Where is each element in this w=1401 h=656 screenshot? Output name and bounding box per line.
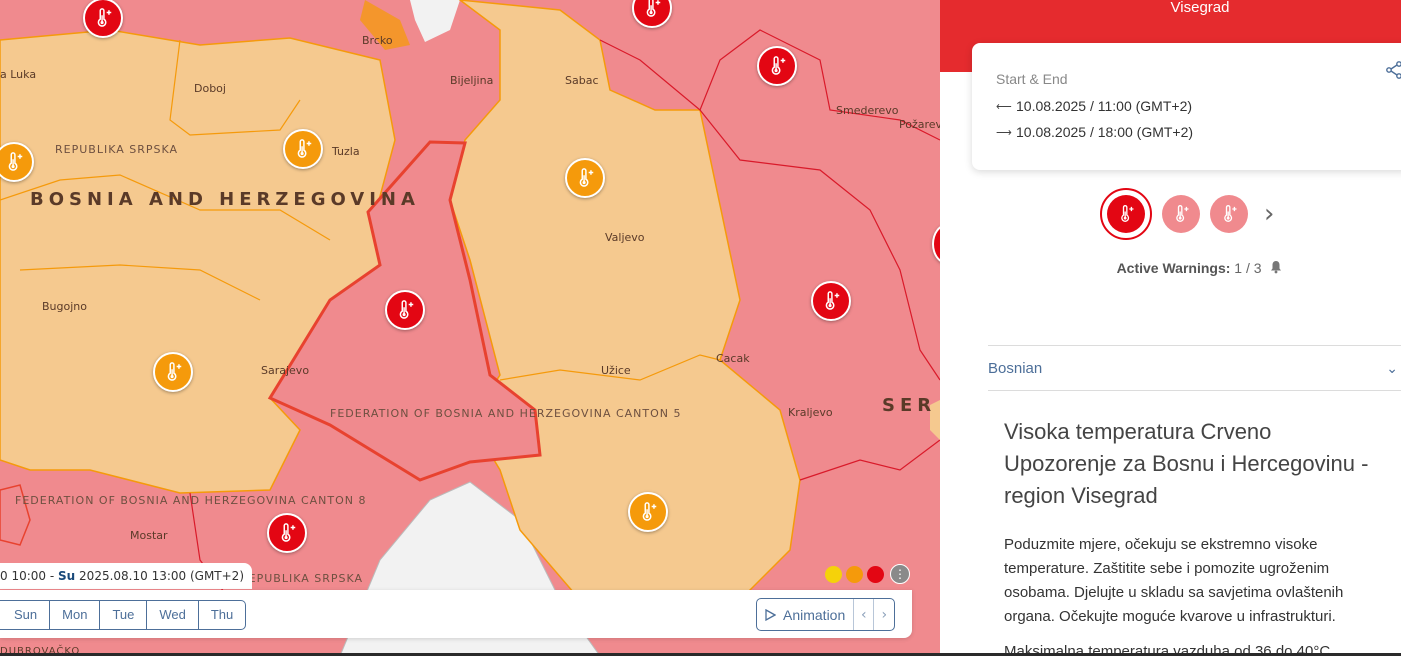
start-row: ⟵ 10.08.2025 / 11:00 (GMT+2): [996, 93, 1388, 119]
thermometer-plus-icon: [167, 362, 182, 381]
chevron-right-icon[interactable]: ›: [1264, 199, 1274, 229]
panel-title: Visegrad: [1170, 0, 1230, 16]
day-button-thu[interactable]: Thu: [199, 601, 245, 629]
thermometer-plus-icon: [8, 152, 23, 171]
day-button-sun[interactable]: Sun: [0, 601, 51, 629]
active-warnings-label: Active Warnings:: [1116, 260, 1231, 276]
previous-step-button[interactable]: ‹: [854, 599, 875, 630]
play-icon: [765, 608, 776, 621]
warning-tab-2[interactable]: [1162, 195, 1200, 233]
place-brcko: Brcko: [362, 34, 393, 47]
range-end: 2025.08.10 13:00 (GMT+2): [79, 569, 244, 583]
range-day: Su: [58, 569, 76, 583]
place-banja-luka: a Luka: [0, 68, 37, 81]
warning-detail-panel: Visegrad Start & End ⟵ 10.08.2025 / 11:0…: [940, 0, 1401, 656]
thermometer-plus-icon: [642, 502, 657, 521]
thermometer-plus-icon: [399, 300, 414, 319]
place-uzice: Užice: [601, 364, 631, 377]
place-bijeljina: Bijeljina: [450, 74, 494, 87]
day-button-wed[interactable]: Wed: [147, 601, 199, 629]
thermometer-plus-icon: [281, 523, 296, 542]
warning-selector: ›: [1100, 188, 1274, 240]
legend-yellow-dot[interactable]: [825, 565, 842, 583]
next-step-button[interactable]: ›: [874, 599, 894, 630]
region-serbia: SER: [882, 395, 937, 416]
language-dropdown[interactable]: Bosnian ⌄: [988, 345, 1401, 391]
warning-pin-orange[interactable]: [565, 158, 605, 198]
share-icon[interactable]: [1385, 60, 1401, 85]
warning-tab-1[interactable]: [1100, 188, 1152, 240]
warning-pin-orange[interactable]: [283, 129, 323, 169]
animation-controls: Animation ‹ ›: [756, 598, 896, 631]
end-row: ⟶ 10.08.2025 / 18:00 (GMT+2): [996, 119, 1388, 145]
region-bosnia-and-herzegovina: BOSNIA AND HERZEGOVINA: [30, 189, 420, 210]
warning-pin-red[interactable]: [385, 290, 425, 330]
place-valjevo: Valjevo: [605, 231, 645, 244]
thermometer-plus-icon: [1176, 205, 1189, 222]
active-warnings-count: Active Warnings: 1 / 3: [940, 260, 1401, 276]
place-bugojno: Bugojno: [42, 300, 87, 313]
region-republika-srpska: REPUBLIKA SRPSKA: [55, 143, 179, 156]
warning-pin-red[interactable]: [267, 513, 307, 553]
thermometer-plus-icon: [579, 168, 594, 187]
thermometer-plus-icon: [646, 0, 661, 17]
timeline-bar: Sun Mon Tue Wed Thu Animation ‹ ›: [0, 590, 912, 638]
day-button-mon[interactable]: Mon: [50, 601, 101, 629]
end-arrow-icon: ⟶: [996, 126, 1012, 139]
bell-icon[interactable]: [1269, 260, 1283, 274]
chevron-down-icon: ⌄: [1386, 359, 1398, 376]
day-selector: Sun Mon Tue Wed Thu: [0, 600, 247, 630]
thermometer-plus-icon: [97, 8, 112, 27]
warning-tab-3[interactable]: [1210, 195, 1248, 233]
day-button-tue[interactable]: Tue: [100, 601, 148, 629]
thermometer-plus-icon: [297, 139, 312, 158]
language-value: Bosnian: [988, 359, 1043, 377]
place-cacak: Cacak: [716, 352, 750, 365]
place-kraljevo: Kraljevo: [788, 406, 833, 419]
legend-red-dot[interactable]: [867, 565, 884, 583]
warning-pin-red[interactable]: [757, 46, 797, 86]
start-arrow-icon: ⟵: [996, 100, 1012, 113]
warning-pin-orange[interactable]: [628, 492, 668, 532]
time-range-label: 0 10:00 - Su 2025.08.10 13:00 (GMT+2): [0, 563, 252, 589]
place-sarajevo: Sarajevo: [261, 364, 310, 377]
thermometer-plus-icon: [825, 291, 840, 310]
warning-title: Visoka temperatura Crveno Upozorenje za …: [1004, 419, 1369, 508]
map-regions: [0, 0, 940, 656]
start-time: 10.08.2025 / 11:00 (GMT+2): [1016, 98, 1193, 114]
thermometer-plus-icon: [1224, 205, 1237, 222]
place-tuzla: Tuzla: [332, 145, 360, 158]
place-pozarevac: Požarev: [899, 118, 940, 131]
place-mostar: Mostar: [130, 529, 168, 542]
region-fbih-canton-5: FEDERATION OF BOSNIA AND HERZEGOVINA CAN…: [330, 407, 681, 420]
animation-button[interactable]: Animation: [757, 599, 855, 630]
region-fbih-canton-8: FEDERATION OF BOSNIA AND HERZEGOVINA CAN…: [15, 495, 366, 506]
warning-description: Poduzmite mjere, očekuju se ekstremno vi…: [1004, 536, 1344, 625]
end-time: 10.08.2025 / 18:00 (GMT+2): [1016, 124, 1194, 140]
animation-label: Animation: [783, 606, 846, 623]
place-doboj: Doboj: [194, 82, 226, 95]
chevron-right-icon: ›: [881, 606, 888, 623]
warning-pin-orange[interactable]: [153, 352, 193, 392]
thermometer-plus-icon: [1121, 205, 1134, 222]
more-options-icon[interactable]: ⋮: [890, 564, 910, 584]
region-republika-srpska-2: REPUBLIKA SRPSKA: [240, 572, 364, 585]
start-end-card: Start & End ⟵ 10.08.2025 / 11:00 (GMT+2)…: [972, 43, 1401, 170]
start-end-label: Start & End: [996, 71, 1068, 87]
range-separator: -: [49, 569, 55, 583]
active-warnings-value: 1 / 3: [1234, 260, 1262, 276]
place-sabac: Sabac: [565, 74, 599, 87]
warning-pin-red[interactable]: [811, 281, 851, 321]
range-start: 0 10:00: [0, 569, 47, 583]
warning-map[interactable]: a Luka Doboj Brcko Bijeljina Sabac Smede…: [0, 0, 940, 656]
thermometer-plus-icon: [771, 56, 786, 75]
place-smederevo: Smederevo: [836, 104, 899, 117]
chevron-left-icon: ‹: [860, 606, 867, 623]
legend-orange-dot[interactable]: [846, 565, 863, 583]
severity-legend[interactable]: ⋮: [825, 564, 910, 584]
